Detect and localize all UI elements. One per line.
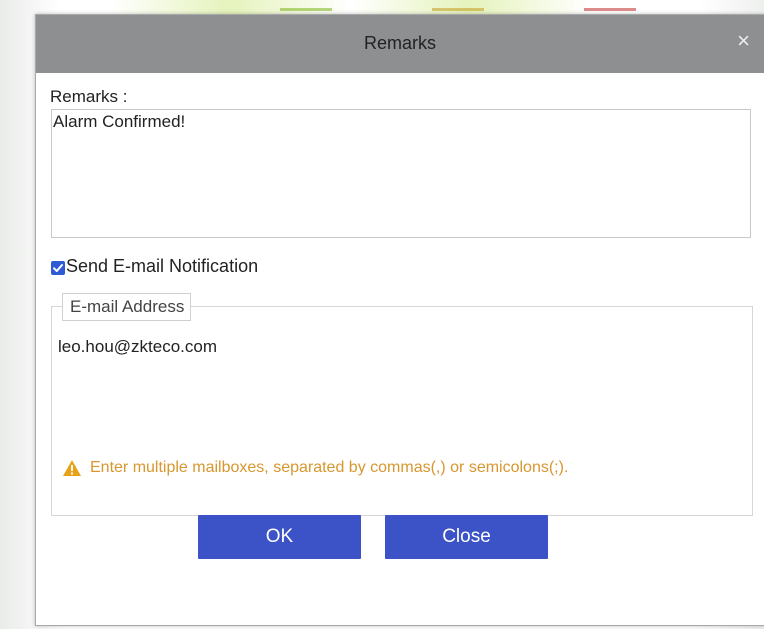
remarks-label: Remarks :	[50, 87, 128, 106]
background-indicator-red	[584, 0, 636, 11]
checkmark-icon	[53, 264, 63, 272]
close-icon[interactable]: ×	[737, 30, 750, 52]
send-email-toggle[interactable]: Send E-mail Notification	[51, 256, 258, 277]
email-hint-text: Enter multiple mailboxes, separated by c…	[90, 459, 569, 476]
email-hint: Enter multiple mailboxes, separated by c…	[62, 457, 662, 479]
send-email-checkbox[interactable]	[51, 261, 65, 275]
email-address-legend: E-mail Address	[62, 293, 192, 321]
send-email-label: Send E-mail Notification	[66, 256, 259, 276]
remarks-dialog: Remarks × Remarks : Alarm Confirmed! Sen…	[35, 14, 764, 626]
background-indicator-green	[280, 0, 332, 11]
warning-icon	[63, 460, 81, 476]
email-address-input[interactable]	[58, 337, 738, 357]
remarks-textarea[interactable]: Alarm Confirmed!	[51, 109, 751, 238]
ok-button[interactable]: OK	[198, 515, 361, 559]
email-address-group: E-mail Address Enter multiple mailboxes,…	[51, 293, 753, 516]
close-button[interactable]: Close	[385, 515, 548, 559]
background-indicator-orange	[432, 0, 484, 11]
dialog-title: Remarks	[363, 33, 436, 53]
dialog-header: Remarks ×	[36, 15, 764, 73]
